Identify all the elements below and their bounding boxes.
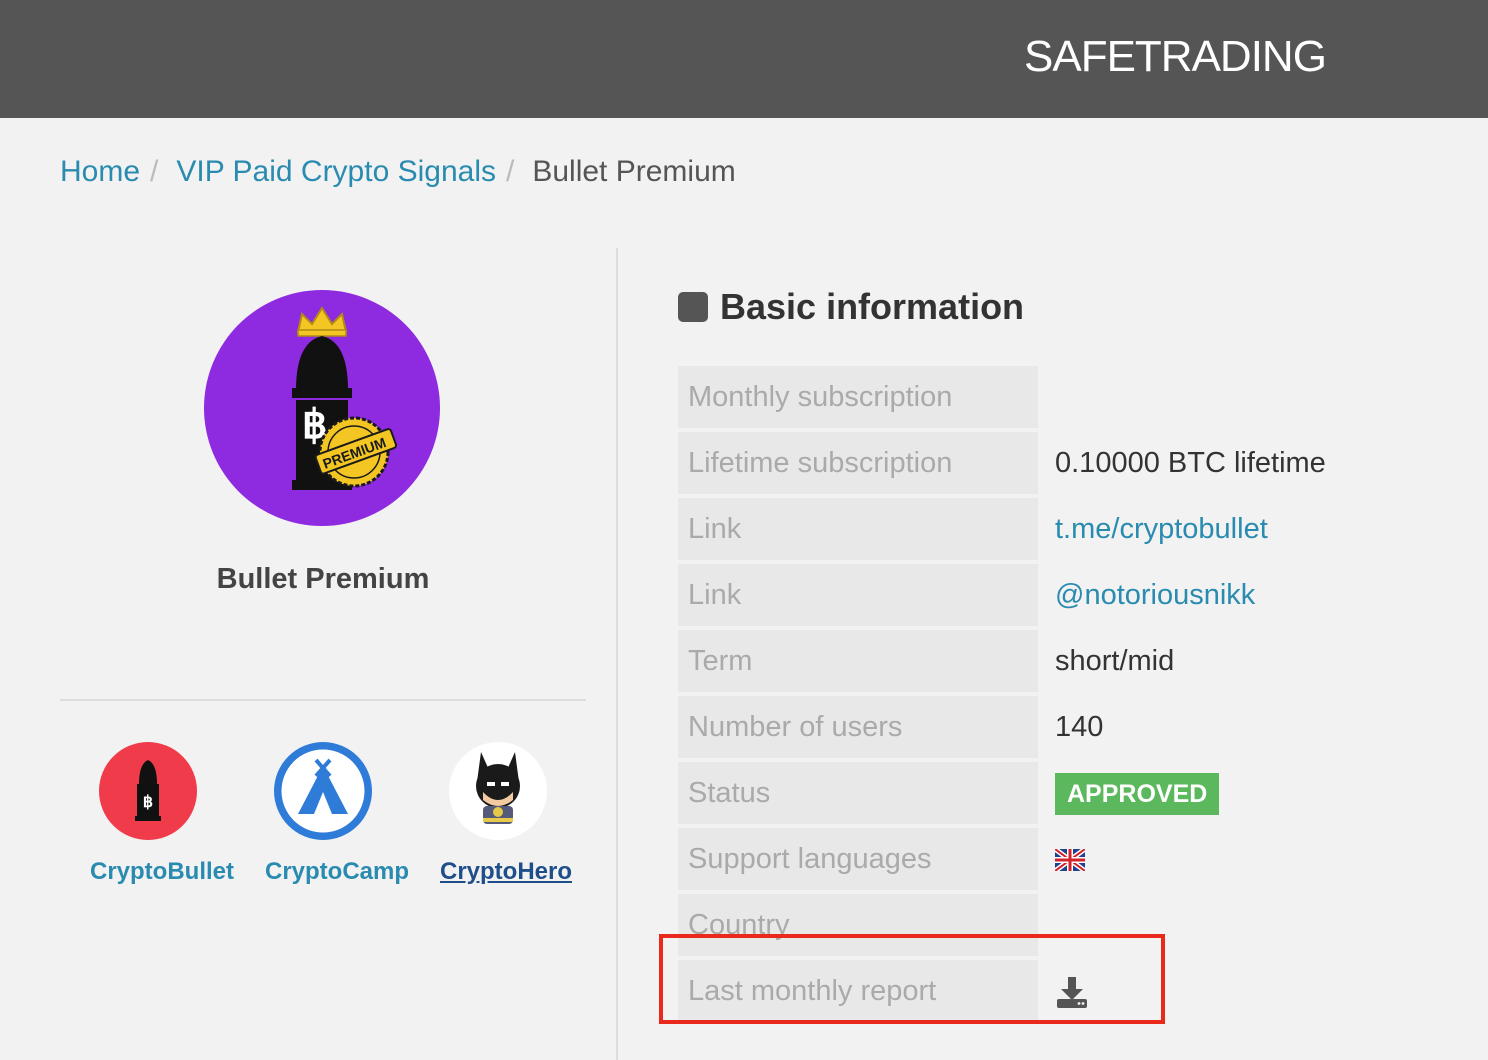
info-key: Status <box>678 762 1038 824</box>
telegram-link[interactable]: t.me/cryptobullet <box>1055 498 1268 560</box>
top-header: SAFETRADING <box>0 0 1488 118</box>
bullet-premium-logo-icon: ฿ PREMIUM <box>292 306 398 490</box>
info-key: Monthly subscription <box>678 366 1038 428</box>
section-title-text: Basic information <box>720 286 1025 327</box>
info-row-monthly-subscription: Monthly subscription <box>678 366 1438 428</box>
related-label-cryptocamp[interactable]: CryptoCamp <box>265 858 409 886</box>
info-value: short/mid <box>1055 645 1175 677</box>
uk-flag-icon <box>1053 847 1087 874</box>
channel-logo: ฿ PREMIUM <box>204 290 440 526</box>
channel-name: Bullet Premium <box>216 563 430 595</box>
info-value: APPROVED <box>1055 762 1220 824</box>
breadcrumb-current: Bullet Premium <box>532 155 736 188</box>
related-channel-cryptohero[interactable] <box>449 742 547 840</box>
info-key: Number of users <box>678 696 1038 758</box>
breadcrumb-category-link[interactable]: VIP Paid Crypto Signals <box>176 155 496 188</box>
info-row-status: Status APPROVED <box>678 762 1438 824</box>
info-row-number-of-users: Number of users 140 <box>678 696 1438 758</box>
highlight-box <box>659 934 1165 1024</box>
brand-logo-text[interactable]: SAFETRADING <box>1024 32 1327 82</box>
column-divider <box>616 248 618 1060</box>
cryptohero-logo-icon[interactable] <box>449 742 547 840</box>
info-row-lifetime-subscription: Lifetime subscription 0.10000 BTC lifeti… <box>678 432 1438 494</box>
info-row-support-languages: Support languages <box>678 828 1438 890</box>
info-key: Lifetime subscription <box>678 432 1038 494</box>
svg-text:฿: ฿ <box>143 794 153 811</box>
info-value: 0.10000 BTC lifetime <box>1055 447 1326 479</box>
info-key: Term <box>678 630 1038 692</box>
info-key: Support languages <box>678 828 1038 890</box>
breadcrumb-separator: / <box>506 155 515 188</box>
cryptocamp-logo-icon[interactable] <box>274 742 372 840</box>
contact-link[interactable]: @notoriousnikk <box>1055 564 1255 626</box>
square-icon <box>678 292 708 322</box>
info-value <box>1053 828 1087 890</box>
info-row-link-telegram: Link t.me/cryptobullet <box>678 498 1438 560</box>
info-row-link-contact: Link @notoriousnikk <box>678 564 1438 626</box>
related-label-cryptobullet[interactable]: CryptoBullet <box>90 858 234 886</box>
status-badge: APPROVED <box>1055 773 1220 816</box>
info-value: 140 <box>1055 711 1104 743</box>
related-label-cryptohero[interactable]: CryptoHero <box>440 858 572 886</box>
info-key: Link <box>678 498 1038 560</box>
breadcrumb-separator: / <box>150 155 159 188</box>
section-divider <box>60 699 586 701</box>
info-row-term: Term short/mid <box>678 630 1438 692</box>
related-channel-cryptobullet[interactable]: ฿ <box>99 742 197 840</box>
breadcrumb-home-link[interactable]: Home <box>60 155 140 188</box>
cryptobullet-logo-icon[interactable]: ฿ <box>99 742 197 840</box>
breadcrumb: Home / VIP Paid Crypto Signals / Bullet Prem… <box>60 155 736 189</box>
section-title: Basic information <box>678 286 1024 328</box>
info-key: Link <box>678 564 1038 626</box>
related-channel-cryptocamp[interactable] <box>274 742 372 840</box>
